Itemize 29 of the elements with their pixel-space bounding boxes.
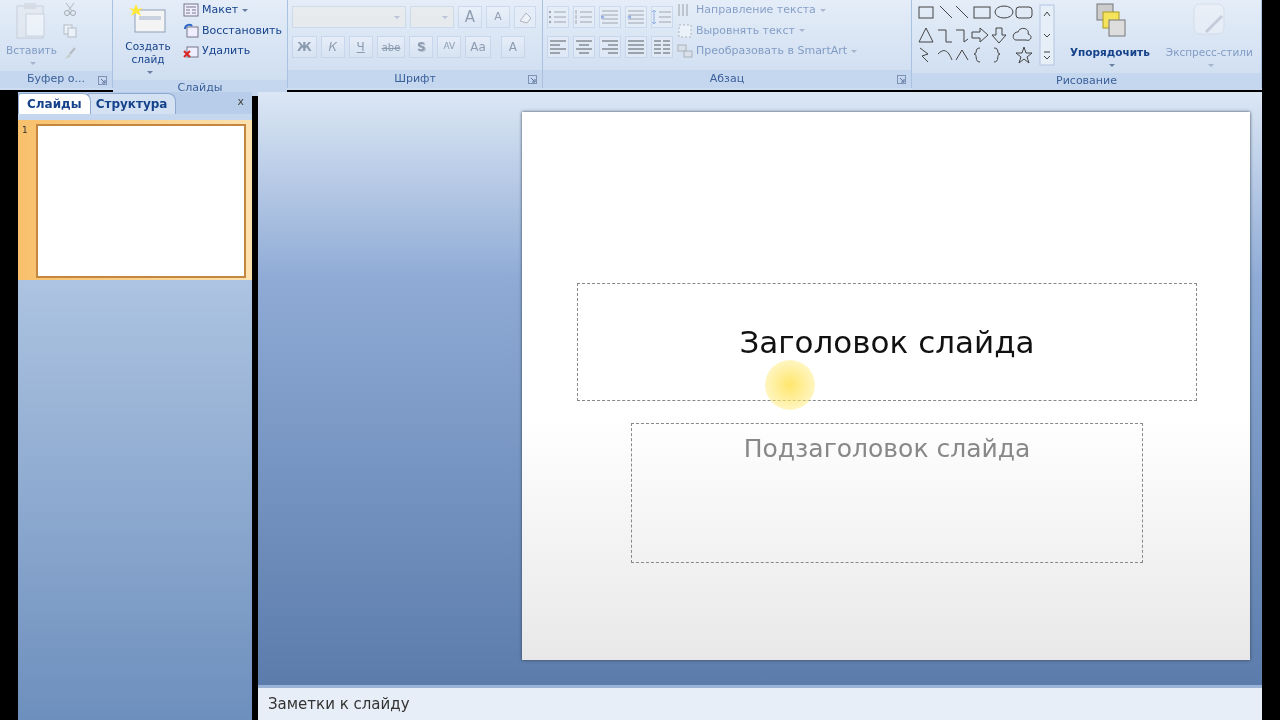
- ribbon-command[interactable]: Макет: [183, 2, 282, 19]
- ribbon-command[interactable]: Восстановить: [183, 22, 282, 39]
- dialog-launcher-icon[interactable]: [98, 76, 107, 86]
- align-text-icon: [677, 22, 693, 39]
- new-slide-button[interactable]: Создать слайд: [117, 2, 179, 78]
- slide-number: 1: [22, 124, 29, 137]
- scissors-icon[interactable]: [62, 2, 77, 16]
- panel-tab[interactable]: Слайды: [18, 93, 91, 114]
- reset-icon: [183, 23, 199, 39]
- brush-icon[interactable]: [62, 46, 77, 60]
- copy-icon[interactable]: [62, 24, 77, 38]
- group-label: Рисование: [1056, 73, 1117, 90]
- slide-title: Заголовок слайда: [739, 322, 1035, 362]
- group-label: Буфер о...: [27, 71, 85, 88]
- group-label: Слайды: [177, 79, 223, 96]
- title-placeholder[interactable]: Заголовок слайда: [577, 283, 1197, 401]
- delete-icon: [183, 43, 199, 59]
- subtitle-placeholder[interactable]: Подзаголовок слайда: [631, 423, 1143, 563]
- notes-field[interactable]: Заметки к слайду: [258, 685, 1262, 720]
- group-label: Абзац: [709, 70, 745, 87]
- slide-subtitle: Подзаголовок слайда: [743, 433, 1031, 465]
- close-button[interactable]: x: [237, 93, 244, 110]
- group-label: Шрифт: [394, 70, 436, 87]
- ribbon-command[interactable]: Удалить: [183, 43, 282, 60]
- smartart-icon: [677, 43, 693, 60]
- slide-icon: [129, 2, 167, 36]
- ribbon-command[interactable]: Упорядочить: [1068, 2, 1152, 72]
- layout-icon: [183, 2, 199, 18]
- thumbnail-row[interactable]: 1: [18, 120, 252, 280]
